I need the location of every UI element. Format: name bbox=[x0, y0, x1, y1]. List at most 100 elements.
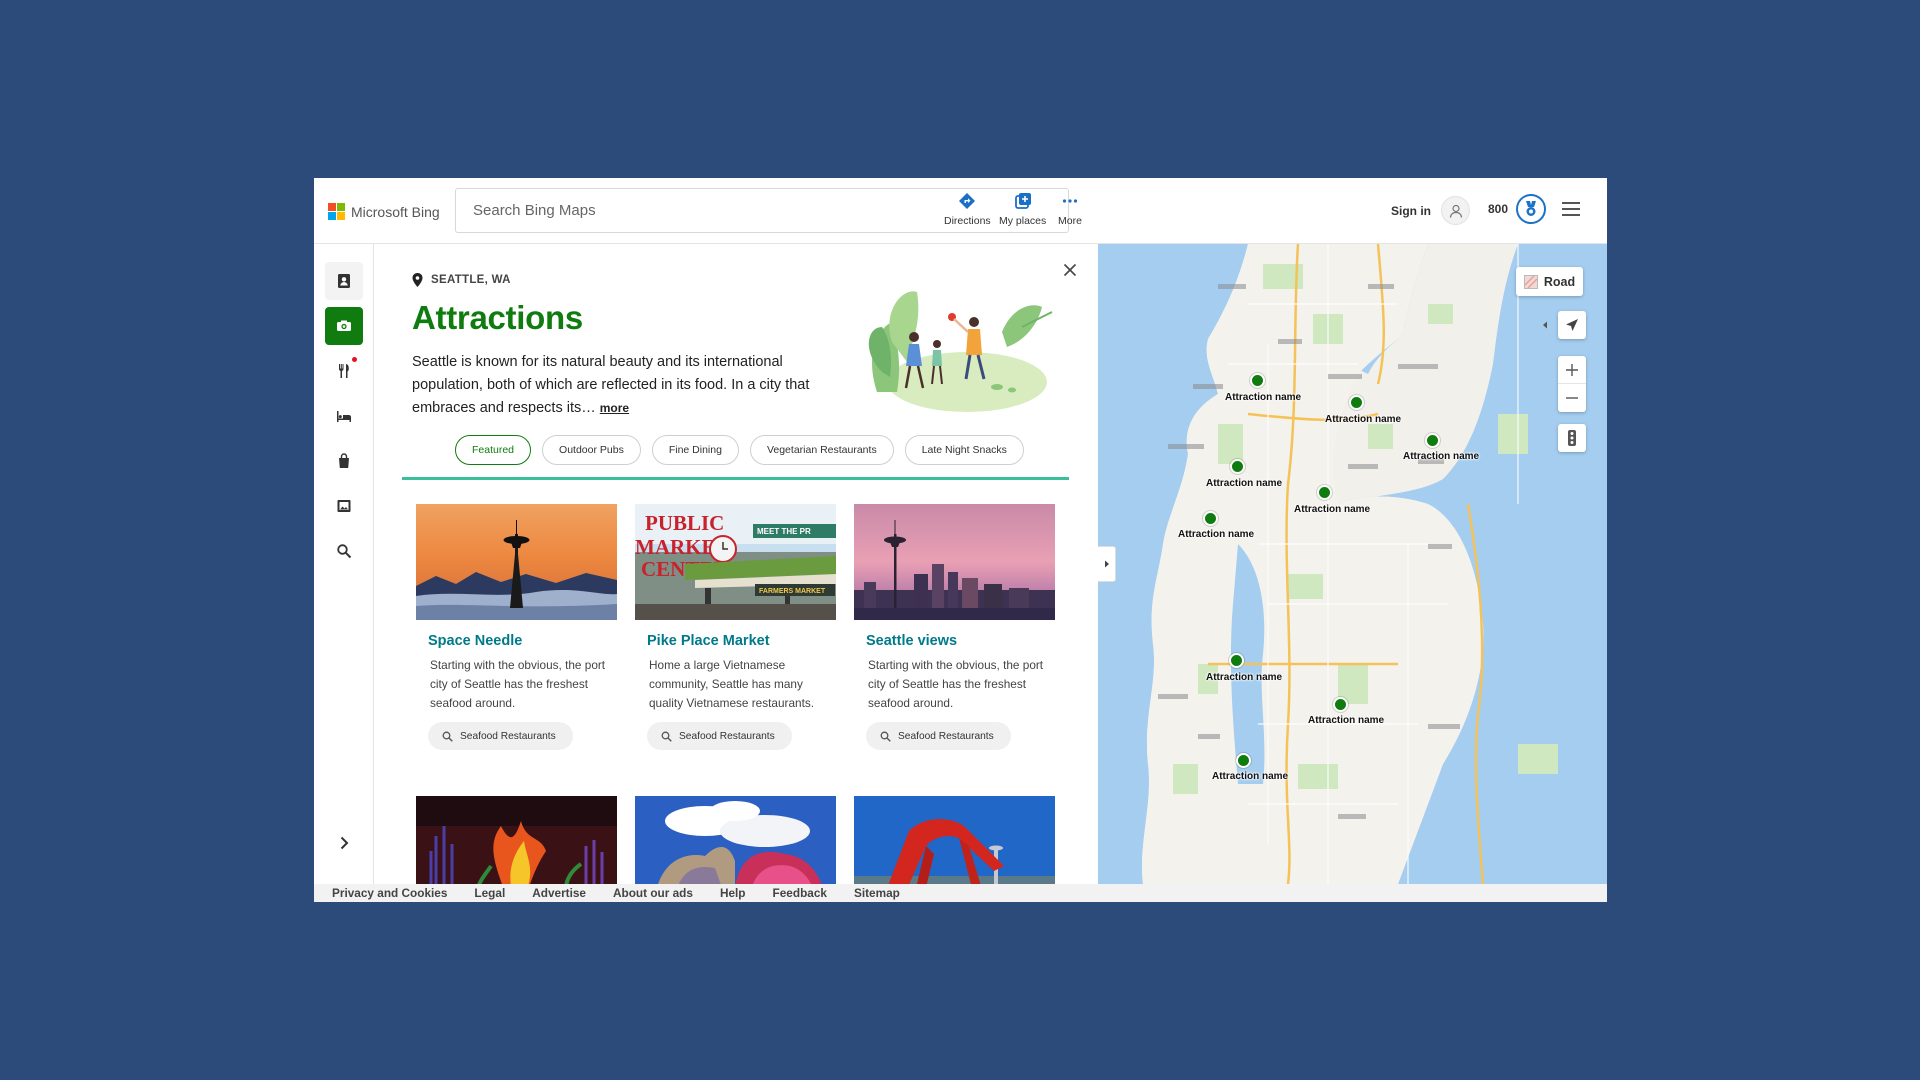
map-canvas bbox=[1098, 244, 1607, 884]
attractions-panel: SEATTLE, WA Attractions Seattle is known… bbox=[375, 244, 1097, 884]
attraction-pin-label: Attraction name bbox=[1178, 529, 1255, 540]
chip-vegetarian-restaurants[interactable]: Vegetarian Restaurants bbox=[749, 435, 894, 465]
rewards-medal-icon bbox=[1516, 194, 1547, 224]
rewards-points: 800 bbox=[1488, 202, 1509, 216]
more-button[interactable]: More bbox=[1058, 192, 1082, 227]
locate-me-button[interactable] bbox=[1558, 311, 1586, 339]
footer-link-legal[interactable]: Legal bbox=[474, 886, 505, 900]
search-icon bbox=[661, 731, 672, 742]
bing-logo[interactable]: Microsoft Bing bbox=[328, 203, 440, 220]
caret-left-icon bbox=[1543, 321, 1547, 329]
caret-right-icon bbox=[1104, 560, 1109, 568]
attraction-pin[interactable] bbox=[1333, 697, 1348, 712]
search-icon bbox=[880, 731, 891, 742]
chip-fine-dining[interactable]: Fine Dining bbox=[651, 435, 739, 465]
attraction-pin-label: Attraction name bbox=[1403, 451, 1480, 462]
more-label: More bbox=[1058, 215, 1082, 227]
traffic-button[interactable] bbox=[1558, 424, 1586, 452]
rail-item-attractions[interactable] bbox=[325, 307, 363, 345]
attraction-pin-label: Attraction name bbox=[1225, 392, 1302, 403]
footer-link-advertise[interactable]: Advertise bbox=[532, 886, 586, 900]
bing-maps-window: Microsoft Bing Directions My places More… bbox=[314, 178, 1607, 902]
panel-collapse-button[interactable] bbox=[1098, 546, 1116, 582]
attraction-pin[interactable] bbox=[1236, 753, 1251, 768]
page-title: Attractions bbox=[412, 299, 583, 336]
card-search-label: Seafood Restaurants bbox=[898, 730, 994, 742]
attraction-pin[interactable] bbox=[1230, 459, 1245, 474]
chip-late-night-snacks[interactable]: Late Night Snacks bbox=[904, 435, 1024, 465]
card-seattle-views[interactable]: Seattle views Starting with the obvious,… bbox=[854, 504, 1055, 750]
attraction-pin-label: Attraction name bbox=[1206, 672, 1283, 683]
attraction-pin[interactable] bbox=[1425, 433, 1440, 448]
pike-sign-line-1: PUBLIC bbox=[645, 511, 724, 535]
brand-name: Microsoft Bing bbox=[351, 203, 440, 220]
footer-link-help[interactable]: Help bbox=[720, 886, 746, 900]
rewards-button[interactable]: 800 bbox=[1488, 194, 1547, 224]
attraction-pin-label: Attraction name bbox=[1294, 504, 1371, 515]
footer-link-about-ads[interactable]: About our ads bbox=[613, 886, 693, 900]
attraction-pin-label: Attraction name bbox=[1325, 414, 1402, 425]
footer-link-privacy[interactable]: Privacy and Cookies bbox=[332, 886, 447, 900]
my-places-icon bbox=[1014, 193, 1031, 209]
attraction-pin[interactable] bbox=[1317, 485, 1332, 500]
more-link[interactable]: more bbox=[600, 401, 629, 415]
microsoft-logo-icon bbox=[328, 203, 345, 220]
plus-icon bbox=[1566, 363, 1578, 376]
attractions-icon bbox=[337, 320, 351, 331]
zoom-in-button[interactable] bbox=[1558, 356, 1586, 384]
rail-item-hotels[interactable] bbox=[325, 397, 363, 435]
attraction-pin[interactable] bbox=[1203, 511, 1218, 526]
my-places-label: My places bbox=[999, 215, 1047, 227]
card-space-needle[interactable]: Space Needle Starting with the obvious, … bbox=[416, 504, 617, 750]
close-icon[interactable] bbox=[1060, 260, 1080, 280]
restaurant-icon bbox=[339, 364, 349, 378]
directions-icon bbox=[959, 193, 976, 209]
heading-button[interactable] bbox=[1538, 316, 1552, 334]
card-search-button[interactable]: Seafood Restaurants bbox=[428, 722, 573, 750]
filter-chips: Featured Outdoor Pubs Fine Dining Vegeta… bbox=[455, 435, 1024, 465]
more-icon bbox=[1062, 199, 1078, 203]
chip-featured[interactable]: Featured bbox=[455, 435, 532, 465]
map-view[interactable]: Road Attraction name Attraction name Att… bbox=[1098, 244, 1607, 884]
attraction-pin[interactable] bbox=[1229, 653, 1244, 668]
footer-link-sitemap[interactable]: Sitemap bbox=[854, 886, 900, 900]
directions-label: Directions bbox=[944, 215, 991, 227]
card-title[interactable]: Seattle views bbox=[866, 633, 1055, 649]
directions-button[interactable]: Directions bbox=[944, 192, 991, 227]
attraction-pin[interactable] bbox=[1250, 373, 1265, 388]
notification-dot bbox=[352, 357, 357, 362]
card-search-button[interactable]: Seafood Restaurants bbox=[647, 722, 792, 750]
card-mopop-photo[interactable] bbox=[635, 796, 836, 884]
search-icon bbox=[337, 544, 352, 559]
sign-in-button[interactable]: Sign in bbox=[1391, 196, 1470, 225]
card-sculpture-park-photo[interactable] bbox=[854, 796, 1055, 884]
pike-place-photo: MEET THE PR PUBLIC MARKET CENTER FARMERS… bbox=[635, 504, 836, 620]
card-glass-garden-photo[interactable] bbox=[416, 796, 617, 884]
sign-in-label: Sign in bbox=[1391, 203, 1431, 218]
rail-item-shopping[interactable] bbox=[325, 442, 363, 480]
left-rail bbox=[314, 244, 374, 884]
rail-item-contacts[interactable] bbox=[325, 262, 363, 300]
rail-item-restaurants[interactable] bbox=[325, 352, 363, 390]
footer: Privacy and Cookies Legal Advertise Abou… bbox=[314, 884, 1607, 902]
card-description: Starting with the obvious, the port city… bbox=[430, 658, 606, 710]
menu-icon[interactable] bbox=[1562, 202, 1580, 216]
attraction-pin-label: Attraction name bbox=[1308, 715, 1385, 726]
rail-item-search[interactable] bbox=[325, 532, 363, 570]
card-search-label: Seafood Restaurants bbox=[460, 730, 556, 742]
card-search-label: Seafood Restaurants bbox=[679, 730, 775, 742]
expand-rail-button[interactable] bbox=[325, 824, 363, 862]
chip-outdoor-pubs[interactable]: Outdoor Pubs bbox=[542, 435, 641, 465]
map-style-button[interactable]: Road bbox=[1516, 267, 1583, 296]
footer-link-feedback[interactable]: Feedback bbox=[773, 886, 827, 900]
search-icon bbox=[442, 731, 453, 742]
card-pike-place-market[interactable]: MEET THE PR PUBLIC MARKET CENTER FARMERS… bbox=[635, 504, 836, 750]
zoom-out-button[interactable] bbox=[1558, 384, 1586, 412]
rail-item-photos[interactable] bbox=[325, 487, 363, 525]
card-search-button[interactable]: Seafood Restaurants bbox=[866, 722, 1011, 750]
card-title[interactable]: Pike Place Market bbox=[647, 633, 836, 649]
card-title[interactable]: Space Needle bbox=[428, 633, 617, 649]
my-places-button[interactable]: My places bbox=[999, 192, 1046, 227]
map-style-icon bbox=[1523, 274, 1538, 289]
attraction-pin[interactable] bbox=[1349, 395, 1364, 410]
